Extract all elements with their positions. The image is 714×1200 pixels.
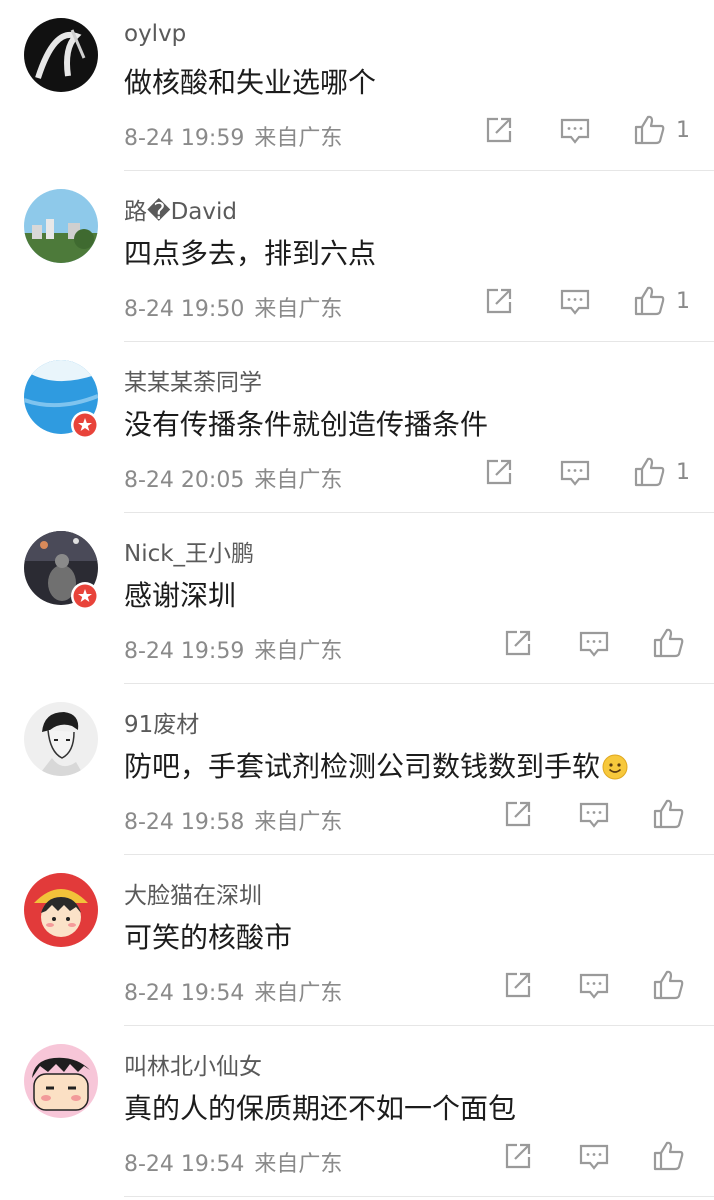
comment-icon <box>579 1144 609 1170</box>
smiley-emoji <box>602 754 628 780</box>
comment-location: 来自广东 <box>254 297 343 322</box>
avatar[interactable] <box>24 702 98 776</box>
comment-item: oylvp 做核酸和失业选哪个 8-24 19:59 来自广东 1 <box>0 0 714 171</box>
comment-icon <box>560 289 590 315</box>
comment-meta: 8-24 19:59 来自广东 <box>124 120 342 152</box>
comment-text-body: 防吧，手套试剂检测公司数钱数到手软 <box>124 750 601 783</box>
comment-location: 来自广东 <box>254 126 343 151</box>
comment-meta: 8-24 19:50 来自广东 <box>124 291 342 323</box>
comment-icon <box>579 631 609 657</box>
thumbs-up-icon <box>653 799 684 829</box>
comment-item: 路�David 四点多去，排到六点 8-24 19:50 来自广东 1 <box>0 171 714 342</box>
like-count: 1 <box>676 289 690 314</box>
like-button[interactable] <box>632 112 668 148</box>
thumbs-up-icon <box>634 115 665 145</box>
comment-time: 8-24 19:54 <box>124 1152 245 1177</box>
avatar[interactable] <box>24 189 98 263</box>
comment-item: 某某某荼同学 没有传播条件就创造传播条件 8-24 20:05 来自广东 1 <box>0 342 714 513</box>
comment-item: 91废材 防吧，手套试剂检测公司数钱数到手软 8-24 19:58 来自广东 <box>0 684 714 855</box>
like-count: 1 <box>676 118 690 143</box>
comment-time: 8-24 19:59 <box>124 126 245 151</box>
share-button[interactable] <box>481 454 517 490</box>
like-button[interactable] <box>651 625 687 661</box>
comment-icon <box>560 118 590 144</box>
avatar[interactable] <box>24 18 98 92</box>
comment-text: 可笑的核酸市 <box>124 921 293 954</box>
share-icon <box>505 972 531 998</box>
share-icon <box>505 1143 531 1169</box>
share-icon <box>505 801 531 827</box>
verified-badge-icon <box>71 582 99 610</box>
comment-text: 感谢深圳 <box>124 579 237 612</box>
username[interactable]: oylvp <box>124 21 186 47</box>
like-button[interactable] <box>651 1138 687 1174</box>
comment-meta: 8-24 19:58 来自广东 <box>124 804 342 836</box>
comment-location: 来自广东 <box>254 810 343 835</box>
share-button[interactable] <box>500 796 536 832</box>
thumbs-up-icon <box>653 628 684 658</box>
username[interactable]: 某某某荼同学 <box>124 363 262 397</box>
share-button[interactable] <box>500 1138 536 1174</box>
share-icon <box>486 288 512 314</box>
comment-icon <box>579 802 609 828</box>
comment-text: 四点多去，排到六点 <box>124 237 377 270</box>
share-button[interactable] <box>500 625 536 661</box>
thumbs-up-icon <box>653 1141 684 1171</box>
avatar[interactable] <box>24 873 98 947</box>
comment-item: Nick_王小鹏 感谢深圳 8-24 19:59 来自广东 <box>0 513 714 684</box>
comment-meta: 8-24 19:54 来自广东 <box>124 975 342 1007</box>
username[interactable]: Nick_王小鹏 <box>124 534 254 568</box>
comment-meta: 8-24 19:54 来自广东 <box>124 1146 342 1178</box>
comment-time: 8-24 19:54 <box>124 981 245 1006</box>
reply-button[interactable] <box>576 1138 612 1174</box>
share-icon <box>505 630 531 656</box>
username[interactable]: 91废材 <box>124 705 199 739</box>
thumbs-up-icon <box>653 970 684 1000</box>
reply-button[interactable] <box>557 454 593 490</box>
reply-button[interactable] <box>557 283 593 319</box>
reply-button[interactable] <box>557 112 593 148</box>
share-button[interactable] <box>481 283 517 319</box>
like-button[interactable] <box>632 454 668 490</box>
comment-text: 防吧，手套试剂检测公司数钱数到手软 <box>124 745 628 785</box>
like-button[interactable] <box>651 967 687 1003</box>
share-icon <box>486 459 512 485</box>
avatar[interactable] <box>24 1044 98 1118</box>
thumbs-up-icon <box>634 457 665 487</box>
comment-item: 大脸猫在深圳 可笑的核酸市 8-24 19:54 来自广东 <box>0 855 714 1026</box>
username[interactable]: 路�David <box>124 192 237 226</box>
comment-time: 8-24 19:50 <box>124 297 245 322</box>
comment-meta: 8-24 19:59 来自广东 <box>124 633 342 665</box>
comment-location: 来自广东 <box>254 468 343 493</box>
comment-time: 8-24 20:05 <box>124 468 245 493</box>
reply-button[interactable] <box>576 796 612 832</box>
comment-location: 来自广东 <box>254 1152 343 1177</box>
comment-text: 做核酸和失业选哪个 <box>124 66 377 99</box>
comment-meta: 8-24 20:05 来自广东 <box>124 462 342 494</box>
thumbs-up-icon <box>634 286 665 316</box>
divider <box>124 1196 714 1197</box>
share-icon <box>486 117 512 143</box>
reply-button[interactable] <box>576 967 612 1003</box>
comment-location: 来自广东 <box>254 981 343 1006</box>
comment-location: 来自广东 <box>254 639 343 664</box>
reply-button[interactable] <box>576 625 612 661</box>
share-button[interactable] <box>481 112 517 148</box>
like-button[interactable] <box>651 796 687 832</box>
verified-badge-icon <box>71 411 99 439</box>
comment-time: 8-24 19:58 <box>124 810 245 835</box>
comment-text: 真的人的保质期还不如一个面包 <box>124 1092 517 1125</box>
like-count: 1 <box>676 460 690 485</box>
comment-text: 没有传播条件就创造传播条件 <box>124 408 489 441</box>
comment-list: oylvp 做核酸和失业选哪个 8-24 19:59 来自广东 1 路�Davi… <box>0 0 714 1200</box>
comment-item: 叫林北小仙女 真的人的保质期还不如一个面包 8-24 19:54 来自广东 <box>0 1026 714 1197</box>
comment-icon <box>579 973 609 999</box>
username[interactable]: 大脸猫在深圳 <box>124 876 262 910</box>
comment-icon <box>560 460 590 486</box>
comment-time: 8-24 19:59 <box>124 639 245 664</box>
username[interactable]: 叫林北小仙女 <box>124 1047 262 1081</box>
share-button[interactable] <box>500 967 536 1003</box>
like-button[interactable] <box>632 283 668 319</box>
